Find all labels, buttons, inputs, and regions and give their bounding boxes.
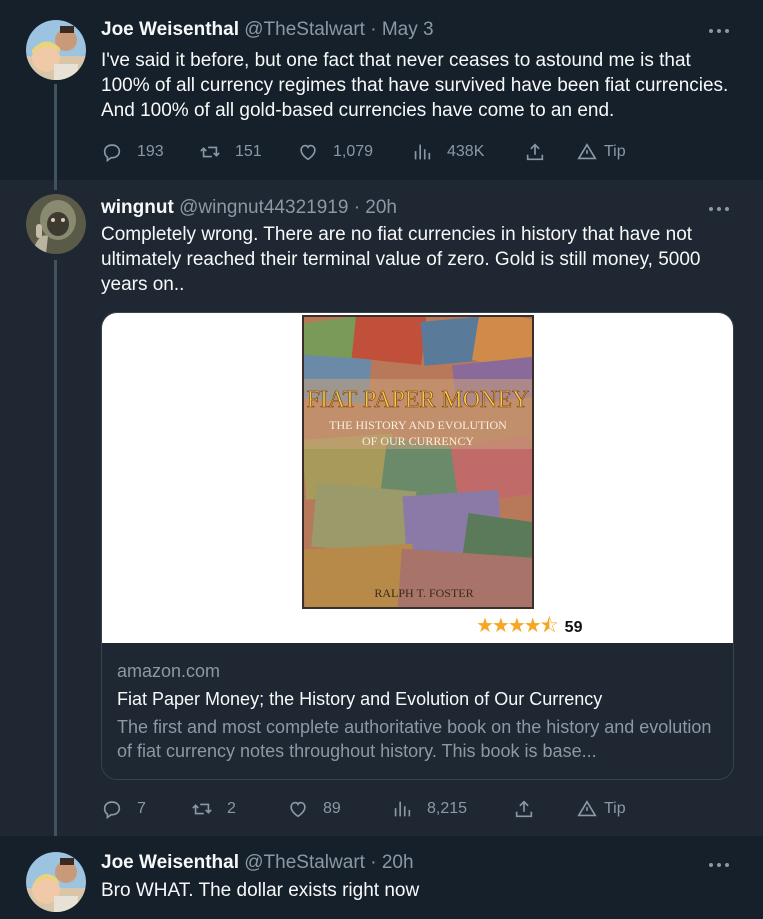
author-handle[interactable]: @wingnut44321919 [179, 197, 348, 218]
views-button[interactable]: 8,215 [391, 797, 467, 821]
reply-count: 193 [137, 143, 164, 160]
tweet-wingnut[interactable]: wingnut @wingnut44321919 · 20h Completel… [0, 180, 763, 836]
card-domain: amazon.com [117, 661, 221, 681]
timestamp[interactable]: 20h [365, 197, 397, 218]
tip-button[interactable]: Tip [576, 797, 626, 821]
avatar[interactable] [26, 852, 86, 912]
like-button[interactable]: 89 [287, 797, 341, 821]
retweet-button[interactable]: 151 [199, 140, 262, 164]
card-title[interactable]: Fiat Paper Money; the History and Evolut… [117, 687, 720, 711]
timestamp[interactable]: May 3 [382, 19, 434, 40]
action-bar: 7 2 89 8,215 Tip [101, 797, 661, 821]
more-icon[interactable] [709, 26, 733, 36]
views-button[interactable]: 438K [411, 140, 484, 164]
reply-button[interactable]: 193 [101, 140, 164, 164]
book-cover: FIAT PAPER MONEY THE HISTORY AND EVOLUTI… [302, 315, 534, 609]
tip-button[interactable]: Tip [576, 140, 626, 164]
share-button[interactable] [513, 797, 549, 821]
author-name[interactable]: wingnut [101, 197, 174, 218]
views-count: 438K [447, 143, 485, 160]
avatar[interactable] [26, 194, 86, 254]
views-count: 8,215 [427, 800, 468, 817]
tweet-header: wingnut @wingnut44321919 · 20h [101, 197, 397, 219]
tip-label: Tip [604, 800, 626, 817]
views-icon [394, 801, 411, 817]
heart-icon [290, 801, 306, 818]
tweet-text: I've said it before, but one fact that n… [101, 50, 729, 121]
rating-count: 59 [564, 619, 583, 636]
more-icon[interactable] [709, 204, 733, 214]
tweet-header: Joe Weisenthal @TheStalwart · May 3 [101, 19, 434, 41]
separator-dot: · [370, 19, 377, 40]
avatar[interactable] [26, 20, 86, 80]
tip-icon [577, 800, 597, 817]
like-button[interactable]: 1,079 [297, 140, 373, 164]
tweet-joe-2[interactable]: Joe Weisenthal @TheStalwart · 20h Bro WH… [0, 836, 763, 919]
tweet-joe-1[interactable]: Joe Weisenthal @TheStalwart · May 3 I've… [0, 0, 763, 180]
author-name[interactable]: Joe Weisenthal [101, 19, 239, 40]
heart-icon [300, 144, 316, 161]
card-meta[interactable]: amazon.com Fiat Paper Money; the History… [102, 643, 733, 779]
thread-line [54, 84, 57, 180]
author-handle[interactable]: @TheStalwart [244, 19, 365, 40]
retweet-button[interactable]: 2 [191, 797, 236, 821]
more-icon[interactable] [709, 860, 733, 870]
thread-line [54, 260, 57, 836]
retweet-icon [192, 803, 212, 815]
retweet-icon [200, 146, 220, 158]
share-button[interactable] [524, 140, 560, 164]
tweet-header: Joe Weisenthal @TheStalwart · 20h [101, 852, 414, 874]
book-subtitle-1: THE HISTORY AND EVOLUTION [329, 418, 507, 432]
separator-dot: · [353, 197, 361, 218]
book-title: FIAT PAPER MONEY [307, 387, 530, 413]
star-rating-icon: ★★★★⯪ [476, 615, 559, 637]
thread-line [54, 180, 57, 190]
separator-dot: · [370, 852, 377, 873]
reply-icon [103, 144, 121, 163]
retweet-count: 2 [227, 800, 236, 817]
rating: ★★★★⯪ 59 [476, 615, 583, 639]
retweet-count: 151 [235, 143, 262, 160]
card-image: FIAT PAPER MONEY THE HISTORY AND EVOLUTI… [102, 313, 733, 643]
share-icon [515, 800, 533, 818]
card-description: The first and most complete authoritativ… [117, 717, 712, 761]
reply-icon [103, 801, 121, 820]
author-handle[interactable]: @TheStalwart [244, 852, 365, 873]
timestamp[interactable]: 20h [382, 852, 414, 873]
tweet-text: Bro WHAT. The dollar exists right now [101, 880, 420, 901]
book-subtitle-2: OF OUR CURRENCY [362, 434, 474, 448]
like-count: 1,079 [333, 143, 374, 160]
link-card[interactable]: FIAT PAPER MONEY THE HISTORY AND EVOLUTI… [101, 312, 734, 780]
reply-button[interactable]: 7 [101, 797, 146, 821]
like-count: 89 [323, 800, 341, 817]
tip-label: Tip [604, 143, 626, 160]
share-icon [526, 143, 544, 161]
author-name[interactable]: Joe Weisenthal [101, 852, 239, 873]
tweet-text: Completely wrong. There are no fiat curr… [101, 224, 701, 295]
action-bar: 193 151 1,079 438K Tip [101, 140, 661, 164]
book-author: RALPH T. FOSTER [374, 586, 473, 600]
views-icon [414, 144, 431, 160]
tip-icon [577, 143, 597, 160]
reply-count: 7 [137, 800, 146, 817]
